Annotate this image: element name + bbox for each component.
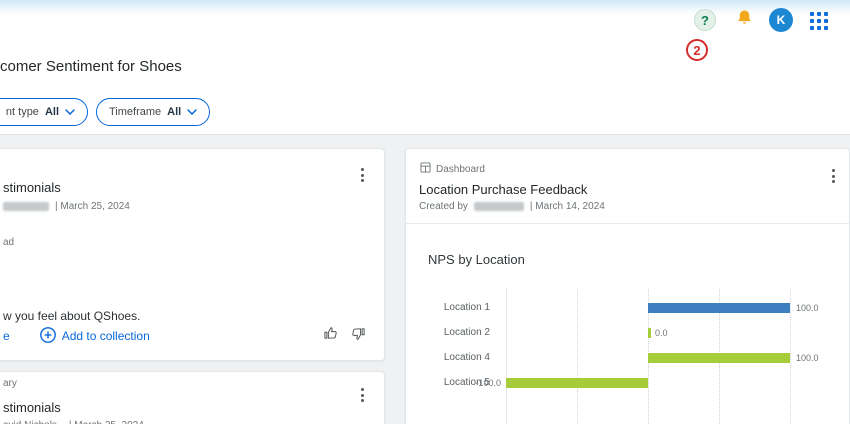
user-avatar[interactable]: K <box>769 8 793 32</box>
chart-value-label: 100.0 <box>796 303 819 313</box>
thumbs-up-icon <box>323 326 338 346</box>
chart-row: Location 1 100.0 <box>422 295 826 320</box>
card-date: | March 14, 2024 <box>530 201 605 212</box>
card-date: | March 25, 2024 <box>55 201 130 212</box>
chart-value-label: 100.0 <box>796 353 819 363</box>
chart-bar[interactable] <box>648 353 790 363</box>
chart-bar-area: 100.0 <box>506 345 826 370</box>
card-type: Dashboard <box>420 162 485 176</box>
chart-row: Location 5-100.0 <box>422 370 826 395</box>
bell-icon <box>735 8 754 33</box>
redacted-author <box>474 202 524 211</box>
chip-value: All <box>167 106 181 118</box>
card-meta: Created by | March 14, 2024 <box>419 201 605 212</box>
help-button[interactable]: ? <box>694 9 716 31</box>
card-date: | March 25, 2024 <box>69 420 144 424</box>
chip-label: nt type <box>6 106 39 118</box>
card-type-label: Dashboard <box>436 164 485 175</box>
card-testimonials-1: stimonials | March 25, 2024 ad w you fee… <box>0 148 385 361</box>
card-overflow-button[interactable] <box>830 167 837 185</box>
action-link-fragment[interactable]: e <box>3 329 10 343</box>
card-dashboard: Dashboard Location Purchase Feedback Cre… <box>405 148 850 424</box>
chart-bar-area: 0.0 <box>506 320 826 345</box>
chart-value-label: -100.0 <box>475 378 501 388</box>
card-testimonials-2: ary stimonials avid Nichols | March 25, … <box>0 371 385 424</box>
plus-circle-icon <box>40 327 56 346</box>
chart-bar[interactable] <box>648 303 790 313</box>
notifications-button[interactable] <box>733 9 755 31</box>
card-meta: avid Nichols | March 25, 2024 <box>3 420 144 424</box>
dashboard-icon <box>420 162 431 176</box>
chart-title: NPS by Location <box>428 252 525 267</box>
card-action-row: e Add to collection <box>3 325 368 347</box>
card-overflow-button[interactable] <box>359 386 366 404</box>
add-to-collection-button[interactable]: Add to collection <box>40 327 150 346</box>
chart-value-label: 0.0 <box>655 328 668 338</box>
app-launcher-button[interactable] <box>808 10 830 32</box>
chart-bar-area: -100.0 <box>506 370 826 395</box>
card-title[interactable]: stimonials <box>3 400 61 415</box>
nps-chart: Location 1 100.0 Location 2 0.0 Location 4 10… <box>422 289 834 424</box>
chart-bar[interactable] <box>648 328 651 338</box>
thumbs-down-button[interactable] <box>348 326 368 346</box>
attachment-fragment: ad <box>3 237 14 248</box>
chip-label: Timeframe <box>109 106 161 118</box>
chart-category-label: Location 1 <box>422 302 506 313</box>
annotation-step-badge: 2 <box>686 39 708 61</box>
card-author: avid Nichols <box>3 420 57 424</box>
chart-category-label: Location 2 <box>422 327 506 338</box>
page-title: comer Sentiment for Shoes <box>0 40 182 94</box>
filter-chip-timeframe[interactable]: Timeframe All <box>96 98 210 126</box>
chart-category-label: Location 4 <box>422 352 506 363</box>
collection-header: comer Sentiment for Shoes Hide Filters <box>0 40 850 94</box>
filter-chip-content-type[interactable]: nt type All <box>0 98 88 126</box>
card-overflow-button[interactable] <box>359 166 366 184</box>
card-title[interactable]: stimonials <box>3 180 61 195</box>
chart-bar[interactable] <box>506 378 648 388</box>
thumbs-up-button[interactable] <box>320 326 340 346</box>
chip-value: All <box>45 106 59 118</box>
nps-chart-rows: Location 1 100.0 Location 2 0.0 Location 4 10… <box>422 295 826 395</box>
card-divider <box>406 223 849 224</box>
thumbs-down-icon <box>351 326 366 346</box>
chevron-down-icon <box>65 106 75 118</box>
chart-row: Location 4 100.0 <box>422 345 826 370</box>
chart-row: Location 2 0.0 <box>422 320 826 345</box>
filter-bar: nt type All Timeframe All <box>0 94 850 134</box>
app-window: ? K comer Sentiment for Shoes <box>0 0 850 424</box>
chart-bar-area: 100.0 <box>506 295 826 320</box>
created-by-label: Created by <box>419 201 468 212</box>
collection-content: stimonials | March 25, 2024 ad w you fee… <box>0 134 850 424</box>
card-type-fragment: ary <box>3 378 17 389</box>
global-topbar: ? K <box>0 0 850 40</box>
add-to-collection-label: Add to collection <box>62 329 150 343</box>
redacted-author <box>3 202 49 211</box>
card-title[interactable]: Location Purchase Feedback <box>419 182 587 197</box>
card-body-text: w you feel about QShoes. <box>3 309 140 323</box>
card-meta: | March 25, 2024 <box>3 201 130 212</box>
chevron-down-icon <box>187 106 197 118</box>
